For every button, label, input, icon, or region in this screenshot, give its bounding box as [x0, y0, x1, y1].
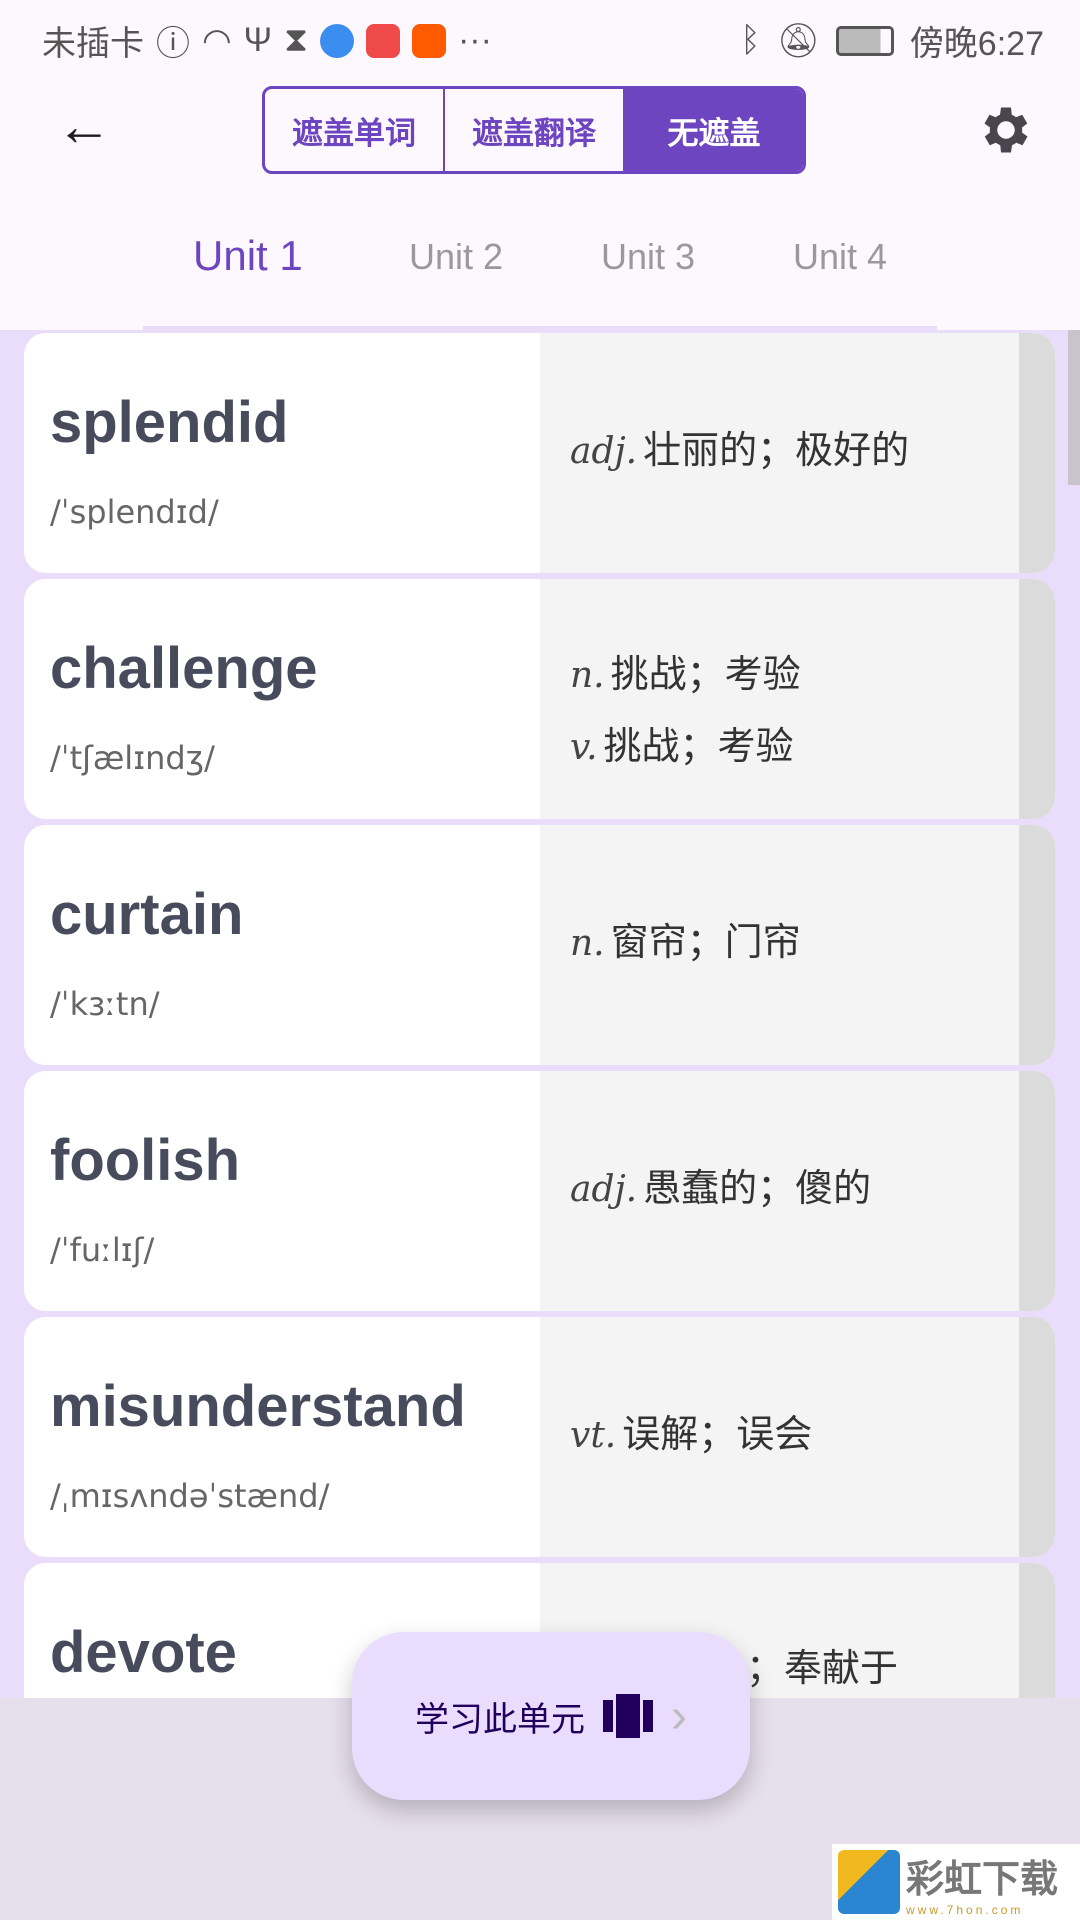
- word-text: challenge: [50, 636, 318, 701]
- meaning-side: adj. 愚蠢的；傻的: [540, 1071, 1019, 1311]
- card-edge: [1019, 1317, 1055, 1557]
- card-edge: [1019, 579, 1055, 819]
- status-bar: 未插卡 ⓘ ◠ Ψ ⧗ ··· ᛒ 🔕︎ 傍晚6:27: [0, 0, 1080, 76]
- word-side: challenge/ˈtʃælɪndʒ/: [24, 579, 540, 819]
- study-unit-button[interactable]: 学习此单元 ›: [352, 1632, 750, 1800]
- tab-unit-4[interactable]: Unit 4: [793, 236, 887, 278]
- mute-bell-icon: 🔕︎: [776, 21, 820, 60]
- scrollbar[interactable]: [1068, 330, 1080, 485]
- word-card[interactable]: foolish/ˈfuːlɪʃ/adj. 愚蠢的；傻的: [24, 1071, 1055, 1311]
- mode-no-cover[interactable]: 无遮盖: [625, 89, 803, 171]
- arrow-left-icon: ←: [56, 94, 112, 157]
- meaning-side: vt. 误解；误会: [540, 1317, 1019, 1557]
- tab-unit-3[interactable]: Unit 3: [601, 236, 695, 278]
- meaning-text: 窗帘；门帘: [610, 922, 801, 964]
- meaning-line: ；奉献于: [740, 1633, 898, 1698]
- meaning-side: adj. 壮丽的；极好的: [540, 333, 1019, 573]
- phonetic-text: /ˈtʃælɪndʒ/: [50, 739, 215, 777]
- battery-icon: [835, 25, 894, 56]
- word-side: splendid/ˈsplendɪd/: [24, 333, 540, 573]
- word-card[interactable]: misunderstand/ˌmɪsʌndəˈstænd/vt. 误解；误会: [24, 1317, 1055, 1557]
- phonetic-text: /ˈkɜːtn/: [50, 985, 160, 1023]
- word-card[interactable]: challenge/ˈtʃælɪndʒ/n. 挑战；考验 v. 挑战；考验: [24, 579, 1055, 819]
- meaning-text: 误解；误会: [622, 1414, 813, 1456]
- meaning-text: ；奉献于: [746, 1648, 899, 1690]
- settings-button[interactable]: [976, 100, 1036, 160]
- more-notifications-icon: ···: [457, 21, 492, 59]
- word-text: devote: [50, 1620, 237, 1685]
- sim-alert-icon: ⓘ: [156, 25, 190, 63]
- card-edge: [1019, 1563, 1055, 1698]
- flashcards-icon: [603, 1694, 653, 1738]
- watermark-logo: 彩虹下载 www.7hon.com: [832, 1844, 1080, 1920]
- meaning-text: 挑战；考验: [603, 726, 794, 768]
- wifi-icon: ◠: [202, 21, 232, 60]
- study-unit-label: 学习此单元: [415, 1700, 585, 1739]
- part-of-speech: vt.: [570, 1415, 617, 1456]
- back-button[interactable]: ←: [56, 98, 112, 154]
- meaning-line: n. 挑战；考验: [570, 639, 801, 712]
- tab-unit-1[interactable]: Unit 1: [193, 232, 303, 280]
- word-text: foolish: [50, 1128, 241, 1193]
- carrier-text: 未插卡: [42, 25, 144, 63]
- part-of-speech: n.: [570, 655, 605, 696]
- word-text: curtain: [50, 882, 244, 947]
- meaning-line: adj. 壮丽的；极好的: [570, 415, 909, 488]
- part-of-speech: adj.: [570, 1169, 638, 1210]
- chevron-right-icon: ›: [671, 1689, 687, 1743]
- gear-icon: [984, 107, 1028, 153]
- hourglass-icon: ⧗: [284, 21, 308, 59]
- word-side: curtain/ˈkɜːtn/: [24, 825, 540, 1065]
- meaning-text: 愚蠢的；傻的: [643, 1168, 872, 1210]
- clock: 傍晚6:27: [909, 25, 1044, 63]
- meaning-line: vt. 误解；误会: [570, 1399, 812, 1472]
- word-side: foolish/ˈfuːlɪʃ/: [24, 1071, 540, 1311]
- usb-icon: Ψ: [243, 21, 273, 59]
- word-list: splendid/ˈsplendɪd/adj. 壮丽的；极好的 challenge /…: [0, 330, 1080, 1698]
- phonetic-text: /ˌmɪsʌndəˈstænd/: [50, 1477, 330, 1515]
- meaning-side: n. 窗帘；门帘: [540, 825, 1019, 1065]
- card-edge: [1019, 825, 1055, 1065]
- mode-cover-translation[interactable]: 遮盖翻译: [445, 89, 625, 171]
- video-app-icon: [411, 23, 446, 58]
- browser-app-icon: [319, 23, 354, 58]
- meaning-side: n. 挑战；考验 v. 挑战；考验: [540, 579, 1019, 819]
- meaning-line: v. 挑战；考验: [570, 711, 794, 784]
- phonetic-text: /ˈsplendɪd/: [50, 493, 219, 531]
- word-card[interactable]: splendid/ˈsplendɪd/adj. 壮丽的；极好的: [24, 333, 1055, 573]
- word-side: misunderstand/ˌmɪsʌndəˈstænd/: [24, 1317, 540, 1557]
- word-text: misunderstand: [50, 1374, 466, 1439]
- meaning-line: n. 窗帘；门帘: [570, 907, 801, 980]
- meaning-text: 挑战；考验: [610, 654, 801, 696]
- part-of-speech: v.: [570, 727, 598, 768]
- card-edge: [1019, 333, 1055, 573]
- part-of-speech: n.: [570, 923, 605, 964]
- mode-cover-word[interactable]: 遮盖单词: [265, 89, 445, 171]
- unit-tabs: Unit 1 Unit 2 Unit 3 Unit 4: [0, 220, 1080, 310]
- bluetooth-icon: ᛒ: [740, 21, 761, 59]
- part-of-speech: adj.: [570, 431, 638, 472]
- meaning-line: adj. 愚蠢的；傻的: [570, 1153, 871, 1226]
- cover-mode-toggle: 遮盖单词 遮盖翻译 无遮盖: [262, 86, 806, 174]
- phonetic-text: /ˈfuːlɪʃ/: [50, 1231, 155, 1269]
- word-card[interactable]: curtain/ˈkɜːtn/n. 窗帘；门帘: [24, 825, 1055, 1065]
- tab-unit-2[interactable]: Unit 2: [409, 236, 503, 278]
- meaning-text: 壮丽的；极好的: [643, 430, 910, 472]
- word-text: splendid: [50, 390, 289, 455]
- card-edge: [1019, 1071, 1055, 1311]
- reader-app-icon: [365, 23, 400, 58]
